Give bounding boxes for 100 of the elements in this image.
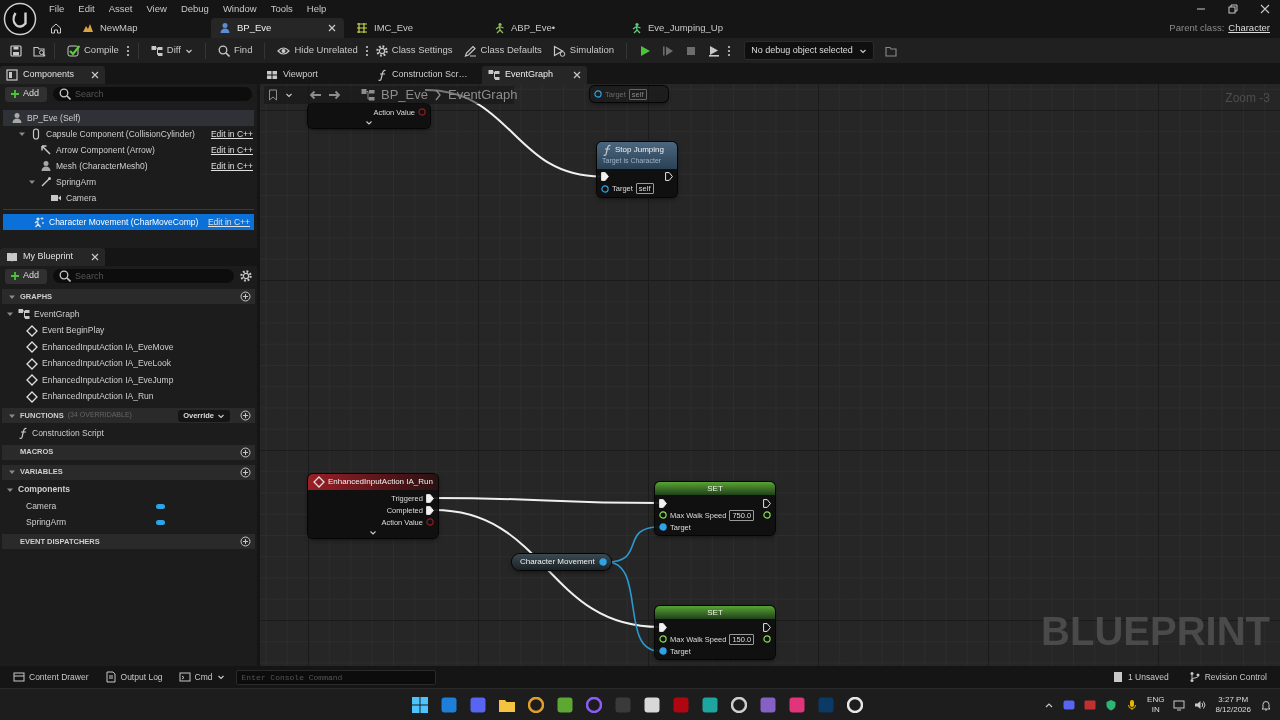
document-tab[interactable]: IMC_Eve — [348, 18, 481, 38]
bookmark-icon[interactable] — [267, 89, 279, 101]
hide-unrelated-button[interactable]: Hide Unrelated — [273, 40, 362, 61]
tree-item[interactable]: Camera — [0, 498, 257, 515]
tree-item[interactable]: Event BeginPlay — [0, 322, 257, 339]
app-icon[interactable] — [702, 696, 718, 713]
caret-icon[interactable] — [28, 178, 36, 186]
command-button[interactable]: Cmd — [173, 668, 230, 686]
search-field[interactable]: Search — [53, 87, 252, 101]
console-field[interactable]: Enter Console Command — [235, 669, 436, 685]
panel-tab[interactable]: My Blueprint — [0, 248, 105, 266]
app-icon[interactable] — [557, 696, 573, 713]
tree-item[interactable]: EnhancedInputAction IA_EveJump — [0, 372, 257, 389]
notification-icon[interactable] — [1260, 698, 1272, 711]
parent-class-link[interactable]: Character — [1228, 20, 1270, 36]
microphone-icon[interactable] — [1126, 698, 1139, 711]
tree-item[interactable]: Components — [0, 481, 257, 498]
caret-icon[interactable] — [285, 91, 293, 99]
menu-item[interactable]: Window — [215, 1, 264, 17]
class-defaults-button[interactable]: Class Defaults — [459, 40, 546, 61]
chevron-icon[interactable] — [365, 120, 373, 126]
menu-item[interactable]: File — [42, 1, 72, 17]
graph-tab[interactable]: Viewport — [260, 66, 365, 84]
add-icon[interactable] — [240, 466, 251, 478]
menu-item[interactable]: Debug — [173, 1, 216, 17]
document-tab[interactable]: NewMap — [74, 18, 207, 38]
add-button[interactable]: Add — [5, 268, 47, 284]
graph-tab[interactable]: EventGraph — [482, 66, 587, 84]
document-tab[interactable]: BP_Eve — [211, 18, 344, 38]
menu-item[interactable]: View — [139, 1, 174, 17]
exec-pin-icon[interactable] — [659, 622, 667, 632]
folder-search-icon[interactable] — [33, 44, 46, 57]
home-icon[interactable] — [50, 22, 62, 34]
data-pin-icon[interactable] — [594, 90, 602, 98]
menu-item[interactable]: Asset — [101, 1, 140, 17]
more-icon[interactable] — [125, 44, 130, 57]
monitor-icon[interactable] — [1173, 698, 1186, 711]
tree-item[interactable]: Capsule Component (CollisionCylinder) Edit in C++ — [0, 126, 257, 142]
settings-icon[interactable] — [240, 270, 252, 282]
add-icon[interactable] — [240, 291, 251, 302]
tree-item[interactable]: EventGraph — [0, 306, 257, 323]
add-icon[interactable] — [240, 446, 251, 458]
shield-icon[interactable] — [1105, 698, 1118, 711]
simulation-button[interactable]: Simulation — [548, 40, 619, 61]
data-pin-icon[interactable] — [601, 184, 609, 193]
edit-link[interactable]: Edit in C++ — [207, 215, 250, 229]
add-icon[interactable] — [240, 536, 251, 547]
close-icon[interactable] — [573, 71, 581, 79]
diff-button[interactable]: Diff — [146, 40, 197, 61]
clock[interactable]: 3:27 PM 8/12/2026 — [1215, 694, 1251, 715]
close-icon[interactable] — [91, 71, 99, 79]
four-squares-icon[interactable] — [412, 696, 428, 713]
tree-item[interactable]: Camera — [0, 190, 257, 206]
class-settings-button[interactable]: Class Settings — [371, 40, 457, 61]
tree-item[interactable]: EnhancedInputAction IA_EveMove — [0, 339, 257, 356]
tree-item[interactable]: SpringArm — [0, 514, 257, 531]
debug-select[interactable]: No debug object selected — [744, 41, 874, 60]
forward-icon[interactable] — [328, 89, 341, 101]
data-pin-icon[interactable] — [659, 647, 667, 655]
folder-icon[interactable] — [884, 44, 897, 57]
exec-pin-icon[interactable] — [665, 172, 673, 181]
graph-tab[interactable]: Construction Scr… — [371, 66, 476, 84]
app-icon[interactable] — [644, 696, 660, 713]
add-button[interactable]: Add — [5, 86, 47, 102]
exec-pin-icon[interactable] — [763, 622, 771, 632]
edit-link[interactable]: Edit in C++ — [210, 159, 253, 173]
unsaved-button[interactable]: 1 Unsaved — [1107, 668, 1174, 686]
menu-item[interactable]: Tools — [263, 1, 300, 17]
data-pin-icon[interactable] — [598, 558, 607, 566]
data-pin-icon[interactable] — [659, 523, 667, 531]
close-icon[interactable] — [91, 253, 99, 261]
menu-item[interactable]: Edit — [71, 1, 102, 17]
graph-node[interactable]: Character Movement — [512, 554, 611, 570]
caret-icon[interactable] — [8, 468, 16, 476]
more-icon[interactable] — [364, 44, 369, 57]
edit-link[interactable]: Edit in C++ — [210, 127, 253, 141]
edit-link[interactable]: Edit in C++ — [210, 143, 253, 157]
back-icon[interactable] — [309, 89, 322, 101]
tree-item[interactable]: Arrow Component (Arrow) Edit in C++ — [0, 142, 257, 158]
tree-item[interactable]: BP_Eve (Self) — [3, 110, 254, 126]
panel-tab[interactable]: Components — [0, 66, 105, 84]
speaker-icon[interactable] — [1194, 698, 1207, 711]
exec-pin-icon[interactable] — [763, 498, 771, 508]
caret-icon[interactable] — [18, 130, 26, 138]
add-icon[interactable] — [240, 410, 251, 421]
tree-item[interactable]: EnhancedInputAction IA_Run — [0, 388, 257, 405]
revision-control-button[interactable]: Revision Control — [1183, 668, 1272, 686]
content-drawer-button[interactable]: Content Drawer — [8, 668, 94, 686]
tree-item[interactable]: Character Movement (CharMoveComp) Edit in C++ — [3, 214, 254, 230]
restore-icon[interactable] — [1228, 4, 1238, 14]
more-icon[interactable] — [727, 44, 732, 57]
tree-item[interactable]: SpringArm — [0, 174, 257, 190]
exec-pin-icon[interactable] — [425, 505, 434, 515]
exec-pin-icon[interactable] — [601, 172, 609, 181]
output-log-button[interactable]: Output Log — [99, 668, 168, 686]
tree-item[interactable]: Construction Script — [0, 425, 257, 442]
compile-button[interactable]: Compile — [63, 40, 123, 61]
search-field[interactable]: Search — [53, 269, 234, 283]
chevron-icon[interactable] — [369, 530, 377, 536]
exec-pin-icon[interactable] — [425, 493, 434, 503]
